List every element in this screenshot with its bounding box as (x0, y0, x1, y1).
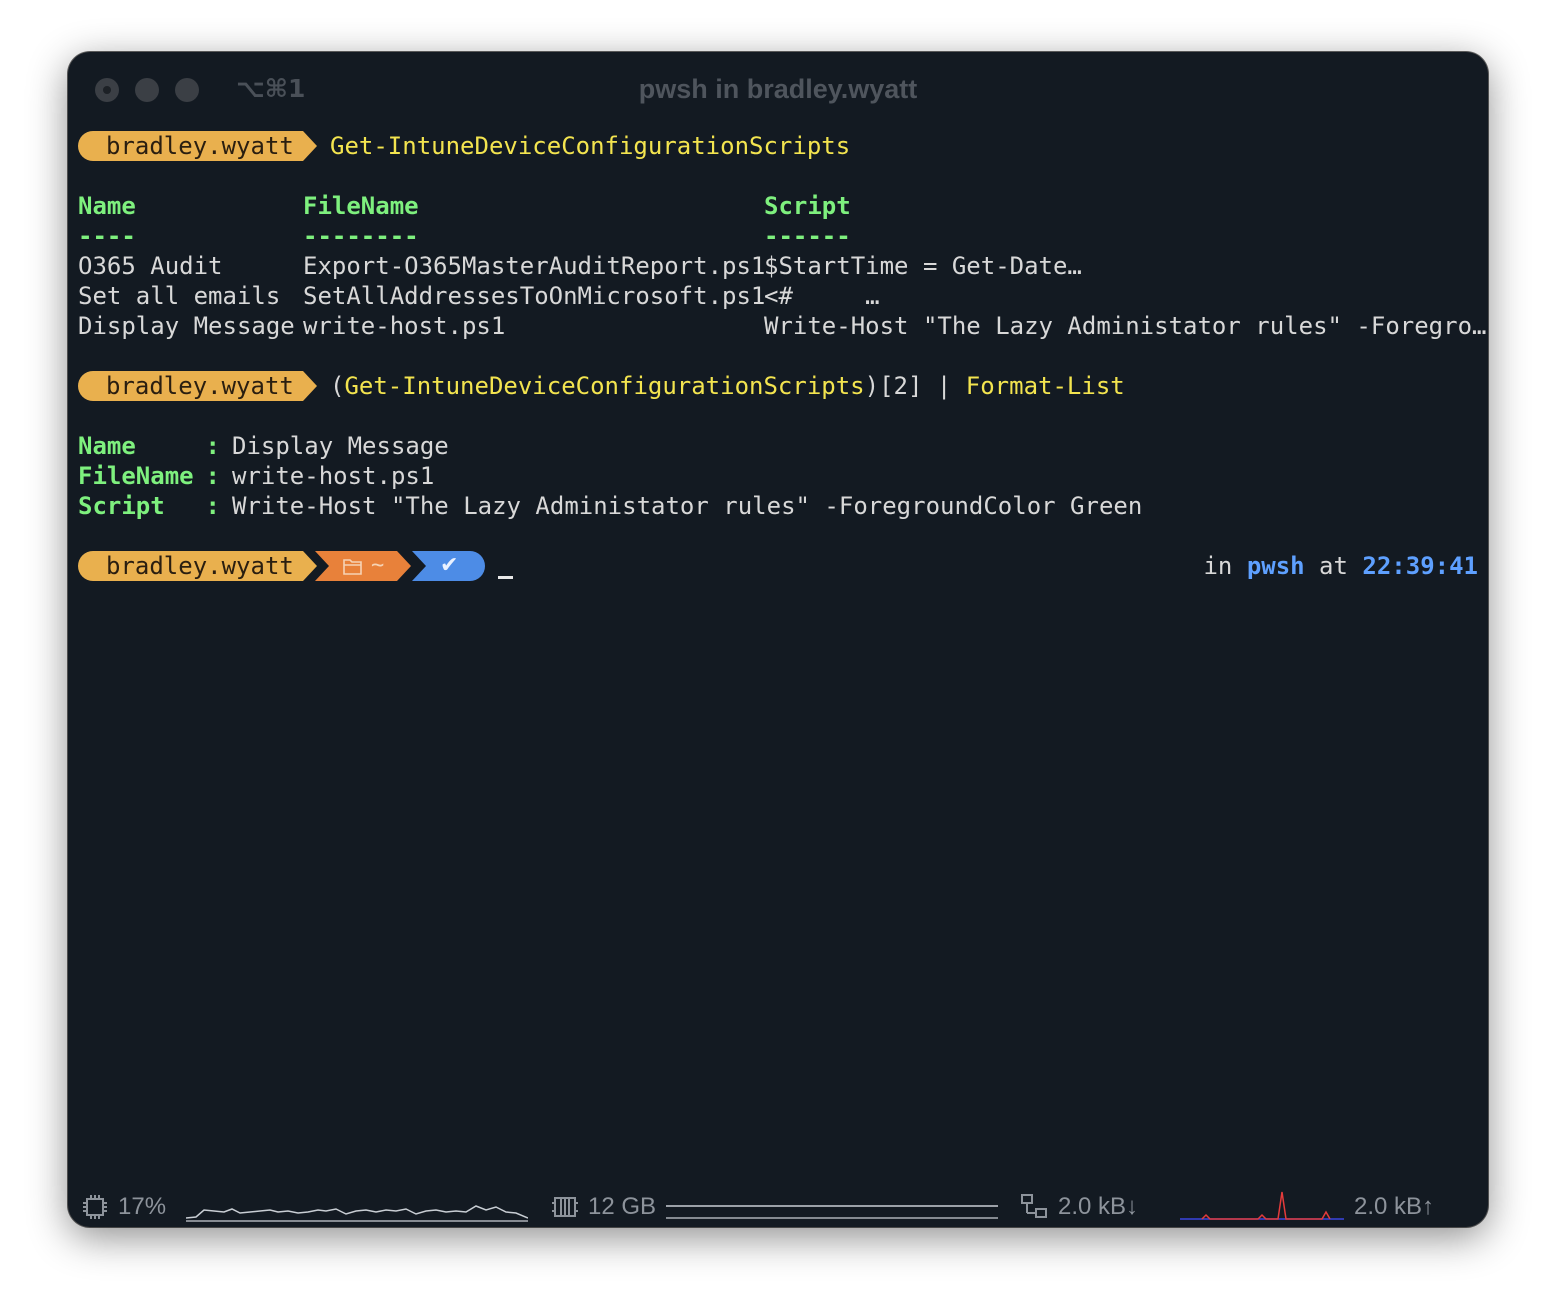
list-key: Script (78, 492, 165, 520)
prompt-folder-segment: ~ (315, 551, 415, 581)
table-header-name: Name (78, 192, 136, 220)
network-icon (1021, 1194, 1047, 1218)
list-value: Display Message (232, 432, 449, 460)
paren-open: ( (330, 372, 345, 400)
check-icon: ✔ (440, 553, 459, 578)
prompt-user-segment: bradley.wyatt (78, 551, 318, 581)
network-sparkline (1180, 1191, 1344, 1220)
memory-usage: 12 GB (588, 1193, 657, 1220)
index-pipe: )[2] | (864, 372, 966, 400)
pipe-cmdlet: Format-List (965, 372, 1125, 400)
cpu-icon (83, 1195, 107, 1219)
list-separator: : (191, 462, 235, 490)
network-up: 2.0 kB↑ (1354, 1193, 1435, 1220)
network-down: 2.0 kB↓ (1058, 1193, 1139, 1220)
prompt-user-label: bradley.wyatt (106, 132, 294, 160)
terminal-window: ⌥⌘1 pwsh in bradley.wyatt bradley.wyatt … (68, 52, 1488, 1227)
command-line-1: Get-IntuneDeviceConfigurationScripts (330, 132, 851, 160)
memory-icon (552, 1197, 578, 1217)
table-header-filename: FileName (303, 192, 419, 220)
table-cell-script: $StartTime = Get-Date… (764, 252, 1082, 280)
right-prompt-at: at (1304, 552, 1363, 580)
list-value: write-host.ps1 (232, 462, 435, 490)
prompt-folder-label: ~ (371, 553, 385, 578)
list-separator: : (191, 492, 235, 520)
table-underline-script: ------ (764, 222, 851, 250)
right-prompt: in pwsh at 22:39:41 (1203, 551, 1478, 581)
right-prompt-time: 22:39:41 (1362, 552, 1478, 580)
list-separator: : (191, 432, 235, 460)
list-key: FileName (78, 462, 194, 490)
prompt-user-label: bradley.wyatt (106, 552, 294, 580)
prompt-user-segment: bradley.wyatt (78, 371, 318, 401)
table-cell-name: Display Message (78, 312, 295, 340)
prompt-status-segment: ✔ (412, 551, 488, 581)
table-cell-filename: write-host.ps1 (303, 312, 506, 340)
list-value: Write-Host "The Lazy Administator rules"… (232, 492, 1143, 520)
table-cell-name: O365 Audit (78, 252, 223, 280)
table-cell-filename: Export-O365MasterAuditReport.ps1 (303, 252, 766, 280)
cpu-sparkline (186, 1205, 528, 1222)
command-line-2: (Get-IntuneDeviceConfigurationScripts)[2… (330, 371, 1125, 401)
table-cell-name: Set all emails (78, 282, 281, 310)
prompt-user-segment: bradley.wyatt (78, 131, 318, 161)
table-cell-filename: SetAllAddressesToOnMicrosoft.ps1 (303, 282, 766, 310)
text-cursor[interactable] (498, 576, 513, 579)
table-header-script: Script (764, 192, 851, 220)
list-key: Name (78, 432, 136, 460)
table-underline-filename: -------- (303, 222, 419, 250)
cmdlet-name: Get-IntuneDeviceConfigurationScripts (344, 372, 865, 400)
right-prompt-in: in (1203, 552, 1247, 580)
right-prompt-shell: pwsh (1246, 552, 1305, 580)
memory-sparkline (666, 1205, 998, 1219)
window-title: pwsh in bradley.wyatt (638, 74, 918, 104)
table-underline-name: ---- (78, 222, 136, 250)
cpu-usage: 17% (118, 1193, 167, 1220)
title-bar: ⌥⌘1 pwsh in bradley.wyatt (68, 52, 1488, 128)
prompt-user-label: bradley.wyatt (106, 372, 294, 400)
table-cell-script: Write-Host "The Lazy Administator rules"… (764, 312, 1487, 340)
table-cell-script: <# … (764, 282, 880, 310)
